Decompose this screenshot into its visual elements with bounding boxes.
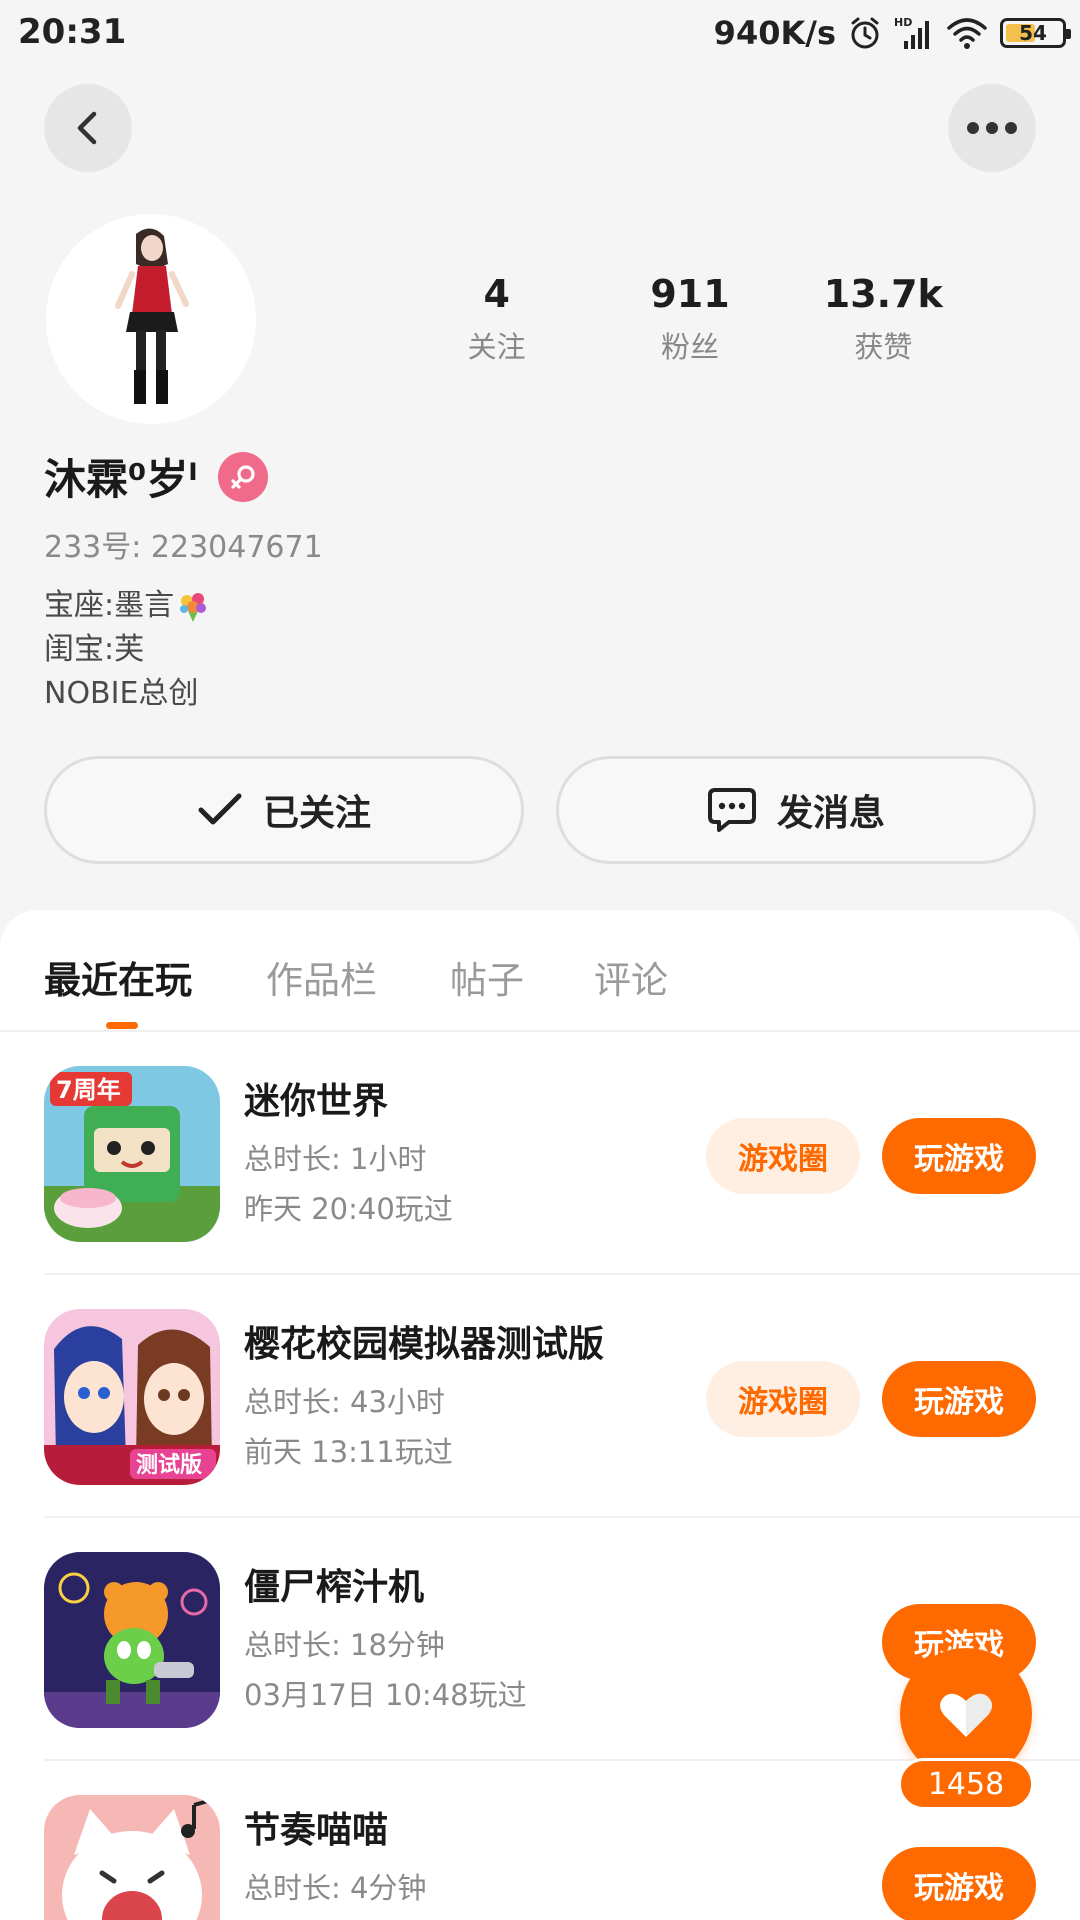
- more-button[interactable]: [948, 84, 1036, 172]
- game-title: 节奏喵喵: [244, 1810, 389, 1851]
- game-list-item[interactable]: 测试版 樱花校园模拟器测试版 总时长: 43小时 前天 13:11玩过 游戏圈 …: [0, 1275, 1080, 1518]
- svg-text:HD: HD: [894, 16, 912, 29]
- avatar-character-image: [46, 214, 256, 424]
- tab-comments[interactable]: 评论: [594, 950, 668, 1004]
- stat-value: 13.7k: [823, 272, 943, 316]
- game-icon-mini-world[interactable]: 7周年: [44, 1066, 220, 1242]
- tab-recently-played[interactable]: 最近在玩: [44, 950, 192, 1004]
- game-last-played: 03月17日 10:48玩过: [244, 1678, 527, 1712]
- stat-value: 911: [650, 272, 730, 316]
- game-duration: 总时长: 18分钟: [244, 1628, 445, 1662]
- stat-label: 粉丝: [660, 330, 719, 364]
- game-title: 樱花校园模拟器测试版: [244, 1324, 605, 1365]
- tab-posts[interactable]: 帖子: [450, 950, 524, 1004]
- like-count: 1458: [898, 1758, 1034, 1810]
- game-circle-button[interactable]: 游戏圈: [706, 1118, 860, 1194]
- back-button[interactable]: [44, 84, 132, 172]
- more-horizontal-icon: [967, 122, 1017, 134]
- female-gender-icon: [217, 451, 268, 502]
- user-name: 沐霖⁰岁ˡ: [44, 455, 198, 504]
- game-icon-sakura-school[interactable]: 测试版: [44, 1309, 220, 1485]
- heart-icon: [940, 1693, 992, 1737]
- wifi-icon: [947, 18, 987, 49]
- game-duration: 总时长: 43小时: [244, 1385, 445, 1419]
- game-circle-button[interactable]: 游戏圈: [706, 1361, 860, 1437]
- play-game-button[interactable]: 玩游戏: [882, 1118, 1036, 1194]
- signal-hd-icon: HD: [894, 16, 929, 49]
- check-icon: [198, 793, 242, 825]
- alarm-icon: [851, 17, 879, 49]
- name-row: 沐霖⁰岁ˡ: [44, 446, 268, 507]
- game-icon-zombie-juicer[interactable]: [44, 1552, 220, 1728]
- game-list-item[interactable]: 7周年 迷你世界 总时长: 1小时 昨天 20:40玩过 游戏圈 玩游戏: [0, 1032, 1080, 1275]
- profile-stats: 4 关注 911 粉丝 13.7k 获赞: [400, 270, 980, 366]
- bio: 宝座:墨言 闺宝:芙 NOBIE总创: [44, 584, 210, 716]
- battery-icon: 54: [1000, 18, 1071, 48]
- bouquet-emoji-icon: [180, 593, 207, 622]
- stat-likes[interactable]: 13.7k 获赞: [787, 270, 980, 366]
- active-tab-indicator: [106, 1022, 138, 1029]
- tab-works[interactable]: 作品栏: [266, 950, 377, 1004]
- tab-bar: 最近在玩 作品栏 帖子 评论: [0, 910, 1080, 1032]
- status-icons: 940K/s HD 54: [713, 12, 1071, 54]
- status-time: 20:31: [18, 12, 127, 52]
- followed-label: 已关注: [262, 793, 371, 834]
- bio-line: 闺宝:芙: [44, 632, 145, 667]
- game-title: 僵尸榨汁机: [244, 1567, 425, 1608]
- stat-label: 关注: [467, 330, 526, 364]
- stat-following[interactable]: 4 关注: [400, 270, 593, 366]
- stat-followers[interactable]: 911 粉丝: [593, 270, 786, 366]
- stat-value: 4: [483, 272, 510, 316]
- chat-bubble-icon: [707, 788, 756, 832]
- game-last-played: 昨天 20:40玩过: [244, 1192, 453, 1226]
- profile-page: 20:31 940K/s HD 54 4 关注 911 粉丝 13.7k 获赞 …: [0, 0, 1080, 1920]
- bio-text: 宝座:墨言: [44, 588, 175, 623]
- followed-button[interactable]: 已关注: [44, 756, 524, 864]
- send-message-button[interactable]: 发消息: [556, 756, 1036, 864]
- battery-level: 54: [1019, 21, 1047, 45]
- chevron-left-icon: [77, 111, 97, 145]
- svg-text:7周年: 7周年: [56, 1076, 121, 1104]
- stat-label: 获赞: [854, 330, 913, 364]
- game-duration: 总时长: 1小时: [244, 1142, 427, 1176]
- send-message-label: 发消息: [776, 793, 885, 834]
- game-icon-rhythm-cat[interactable]: [44, 1795, 220, 1920]
- play-game-button[interactable]: 玩游戏: [882, 1361, 1036, 1437]
- play-game-button[interactable]: 玩游戏: [882, 1847, 1036, 1920]
- net-speed: 940K/s: [713, 14, 836, 52]
- game-last-played: 前天 13:11玩过: [244, 1435, 453, 1469]
- game-duration: 总时长: 4分钟: [244, 1871, 427, 1905]
- icon-badge: 测试版: [136, 1453, 202, 1478]
- status-bar: 20:31 940K/s HD 54: [0, 0, 1080, 66]
- game-title: 迷你世界: [244, 1081, 389, 1122]
- bio-line: NOBIE总创: [44, 676, 199, 711]
- bio-line: 宝座:墨言: [44, 584, 210, 628]
- avatar[interactable]: [46, 214, 256, 424]
- account-id: 233号: 223047671: [44, 530, 323, 565]
